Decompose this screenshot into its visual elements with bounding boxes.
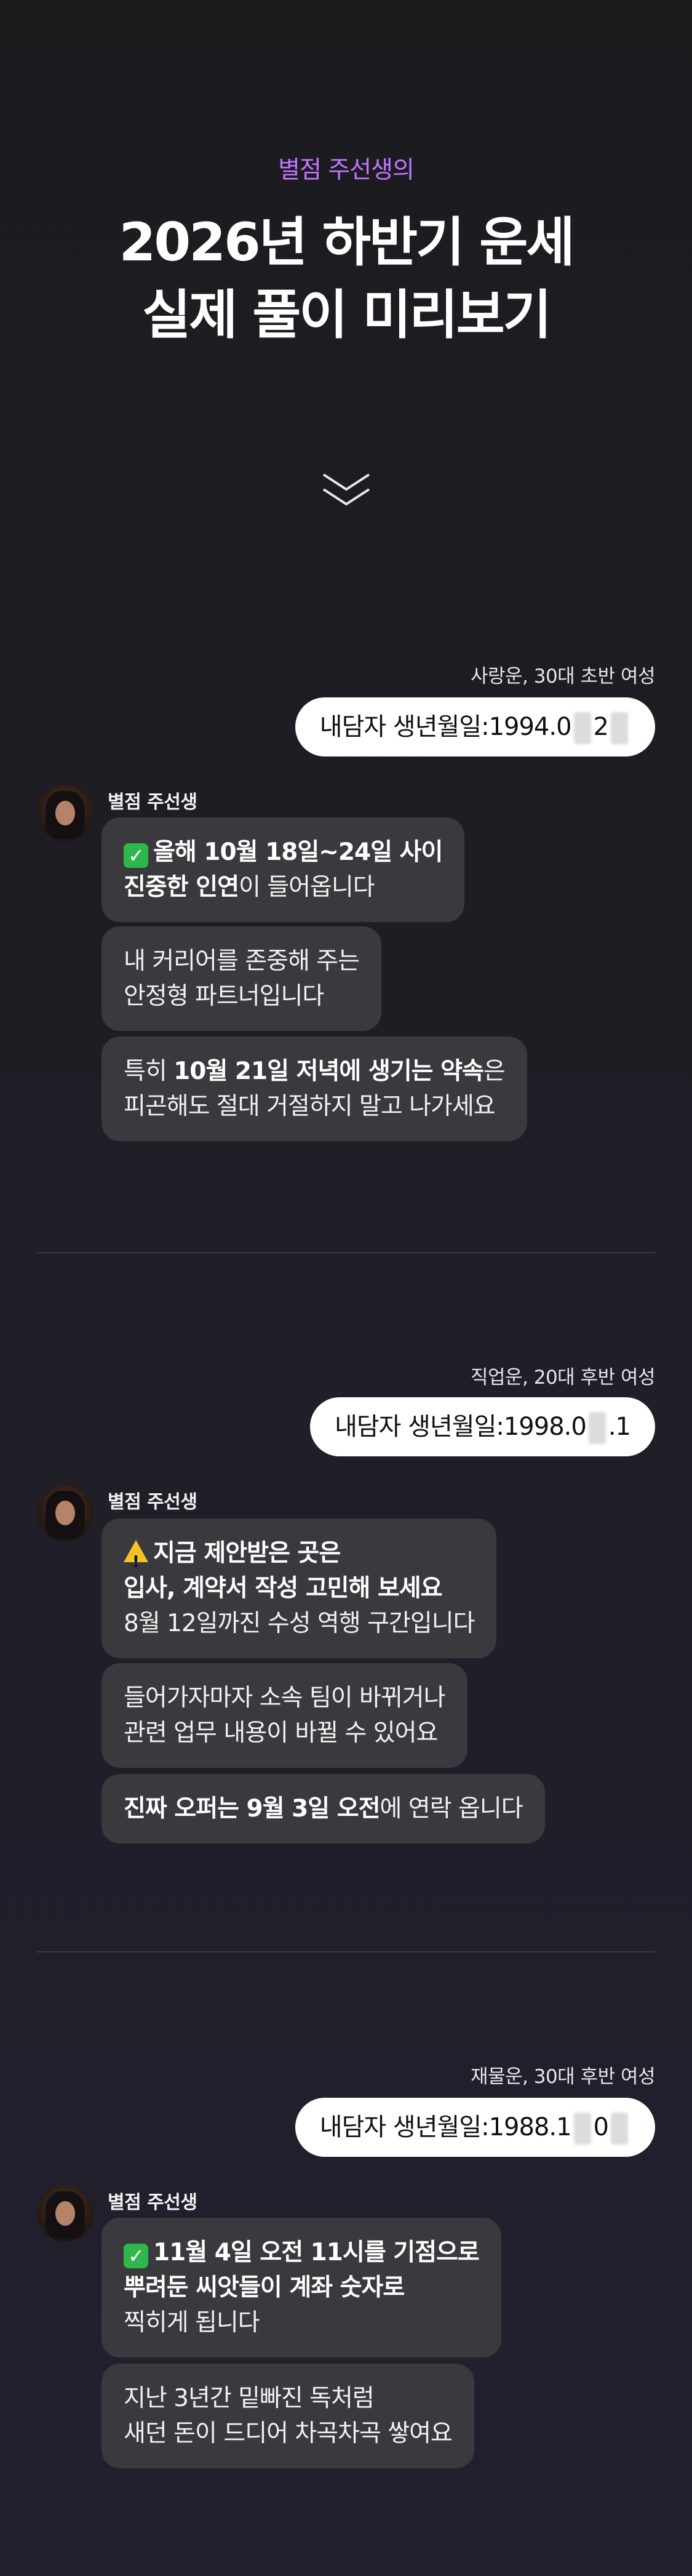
message-strong: 진짜 오퍼는 9월 3일 오전 bbox=[124, 1795, 381, 1823]
message-strong: 10월 21일 저녁에 생기는 약속 bbox=[173, 1057, 484, 1085]
warning-icon: ! bbox=[124, 1540, 148, 1571]
message-strong: 11월 4일 오전 11시를 기점으로 bbox=[153, 2239, 480, 2266]
redaction-mask bbox=[573, 2113, 591, 2145]
redaction-mask bbox=[611, 712, 628, 744]
client-meta: 사랑운, 30대 초반 여성 bbox=[470, 665, 656, 688]
user-message-text-mid: 0 bbox=[593, 2113, 609, 2141]
avatar bbox=[37, 1485, 93, 1541]
title-line-2: 실제 풀이 미리보기 bbox=[142, 284, 552, 346]
user-message-text-mid: 2 bbox=[593, 713, 609, 741]
message-text: 지난 3년간 밑빠진 독처럼 bbox=[124, 2385, 375, 2412]
title-line-1: 2026년 하반기 운세 bbox=[119, 212, 575, 273]
user-message: 내담자 생년월일:1994.0 2 bbox=[295, 697, 655, 756]
avatar bbox=[37, 2185, 93, 2242]
bot-message: 지난 3년간 밑빠진 독처럼 새던 돈이 드디어 차곡차곡 쌓여요 bbox=[101, 2364, 474, 2468]
message-strong: 입사, 계약서 작성 고민해 보세요 bbox=[124, 1575, 443, 1602]
redaction-mask bbox=[611, 2113, 628, 2145]
message-text: 관련 업무 내용이 바뀔 수 있어요 bbox=[124, 1719, 438, 1747]
user-message-text-mid: .1 bbox=[608, 1413, 631, 1441]
message-text: 에 연락 옵니다 bbox=[380, 1795, 523, 1823]
hero-kicker: 별점 주선생의 bbox=[278, 156, 415, 184]
bot-message: ! 지금 제안받은 곳은 입사, 계약서 작성 고민해 보세요 8월 12일까진 … bbox=[101, 1519, 497, 1658]
redaction-mask bbox=[573, 712, 591, 744]
user-message: 내담자 생년월일:1988.1 0 bbox=[295, 2098, 655, 2157]
sender-name: 별점 주선생 bbox=[108, 2192, 197, 2213]
bot-message: 내 커리어를 존중해 주는 안정형 파트너입니다 bbox=[101, 926, 381, 1031]
check-icon: ✓ bbox=[124, 843, 148, 868]
message-text: 특히 bbox=[124, 1057, 174, 1085]
user-message: 내담자 생년월일:1998.0 .1 bbox=[310, 1397, 655, 1456]
message-text: 8월 12일까진 수성 역행 구간입니다 bbox=[124, 1610, 475, 1637]
section-divider bbox=[37, 1951, 655, 1952]
check-icon: ✓ bbox=[124, 2244, 148, 2268]
message-text: 내 커리어를 존중해 주는 bbox=[124, 947, 360, 975]
message-strong: 올해 10월 18일~24일 사이 bbox=[153, 838, 443, 866]
client-meta: 재물운, 30대 후반 여성 bbox=[470, 2066, 656, 2088]
message-strong: 진중한 인연 bbox=[124, 873, 239, 901]
sender-name: 별점 주선생 bbox=[108, 1491, 197, 1513]
message-text: 은 bbox=[483, 1057, 506, 1085]
bot-message: 들어가자마자 소속 팀이 바뀌거나 관련 업무 내용이 바뀔 수 있어요 bbox=[101, 1663, 467, 1768]
client-meta: 직업운, 20대 후반 여성 bbox=[470, 1366, 656, 1389]
page-title: 2026년 하반기 운세 실제 풀이 미리보기 bbox=[0, 206, 692, 351]
redaction-mask bbox=[588, 1412, 606, 1444]
message-strong: 뿌려둔 씨앗들이 계좌 숫자로 bbox=[124, 2274, 405, 2301]
message-text: 안정형 파트너입니다 bbox=[124, 982, 324, 1010]
bot-message: ✓ 올해 10월 18일~24일 사이 진중한 인연이 들어옵니다 bbox=[101, 817, 465, 922]
user-message-text: 내담자 생년월일:1988.1 bbox=[319, 2113, 572, 2141]
sender-name: 별점 주선생 bbox=[108, 792, 197, 813]
user-message-text: 내담자 생년월일:1998.0 bbox=[335, 1413, 587, 1441]
section-divider bbox=[37, 1252, 655, 1253]
bot-message: 진짜 오퍼는 9월 3일 오전에 연락 옵니다 bbox=[101, 1774, 545, 1844]
bot-message: 특히 10월 21일 저녁에 생기는 약속은 피곤해도 절대 거절하지 말고 나… bbox=[101, 1037, 527, 1141]
message-text: 찍히게 됩니다 bbox=[124, 2309, 260, 2337]
avatar bbox=[37, 785, 93, 841]
message-text: 이 들어옵니다 bbox=[238, 873, 375, 901]
message-text: 피곤해도 절대 거절하지 말고 나가세요 bbox=[124, 1093, 496, 1120]
message-text: 들어가자마자 소속 팀이 바뀌거나 bbox=[124, 1684, 446, 1712]
message-strong: 지금 제안받은 곳은 bbox=[153, 1539, 341, 1567]
user-message-text: 내담자 생년월일:1994.0 bbox=[319, 713, 572, 741]
chevron-double-down-icon[interactable] bbox=[321, 471, 372, 508]
message-text: 새던 돈이 드디어 차곡차곡 쌓여요 bbox=[124, 2420, 453, 2447]
bot-message: ✓ 11월 4일 오전 11시를 기점으로 뿌려둔 씨앗들이 계좌 숫자로 찍히게… bbox=[101, 2218, 501, 2357]
